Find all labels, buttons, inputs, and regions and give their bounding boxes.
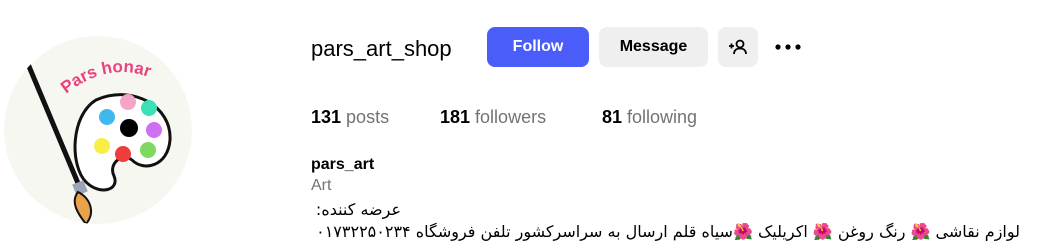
posts-count: 131: [311, 107, 342, 127]
following-label: following: [627, 107, 698, 127]
add-user-button[interactable]: [718, 27, 758, 67]
more-options-button[interactable]: [770, 27, 806, 67]
posts-stat: 131 posts: [311, 105, 440, 129]
followers-label: followers: [475, 107, 547, 127]
paint-dot-green: [140, 142, 156, 158]
profile-full-name: pars_art: [311, 156, 375, 173]
message-button[interactable]: Message: [599, 27, 708, 67]
following-stat[interactable]: 81 following: [602, 105, 697, 129]
followers-count: 181: [440, 107, 471, 127]
ellipsis-icon: [775, 44, 801, 50]
following-count: 81: [602, 107, 623, 127]
profile-stats: 131 posts 181 followers 81 following: [311, 105, 697, 129]
profile-username: pars_art_shop: [311, 36, 452, 61]
follow-button[interactable]: Follow: [487, 27, 589, 67]
paint-dot-red: [115, 146, 131, 162]
bio-line-2: لوازم نقاشی 🌺 رنگ روغن 🌺 اکریلیک 🌺سیاه ق…: [316, 222, 1020, 241]
profile-avatar[interactable]: Pars honar: [4, 36, 192, 224]
brush-tip: [73, 190, 93, 224]
posts-label: posts: [346, 107, 390, 127]
paint-dot-purple: [146, 122, 162, 138]
person-plus-icon: [729, 39, 747, 55]
logo-text: Pars honar: [57, 57, 154, 97]
paint-palette-logo: Pars honar: [25, 57, 172, 224]
paint-dot-black: [120, 119, 138, 137]
profile-category: Art: [311, 177, 332, 194]
followers-stat[interactable]: 181 followers: [440, 105, 602, 129]
paint-dot-teal: [141, 100, 157, 116]
paint-dot-pink: [120, 94, 136, 110]
paint-dot-blue: [99, 109, 115, 125]
brush-handle: [25, 61, 83, 191]
bio-line-1: عرضه کننده:: [315, 200, 401, 219]
paint-dot-yellow: [94, 138, 110, 154]
